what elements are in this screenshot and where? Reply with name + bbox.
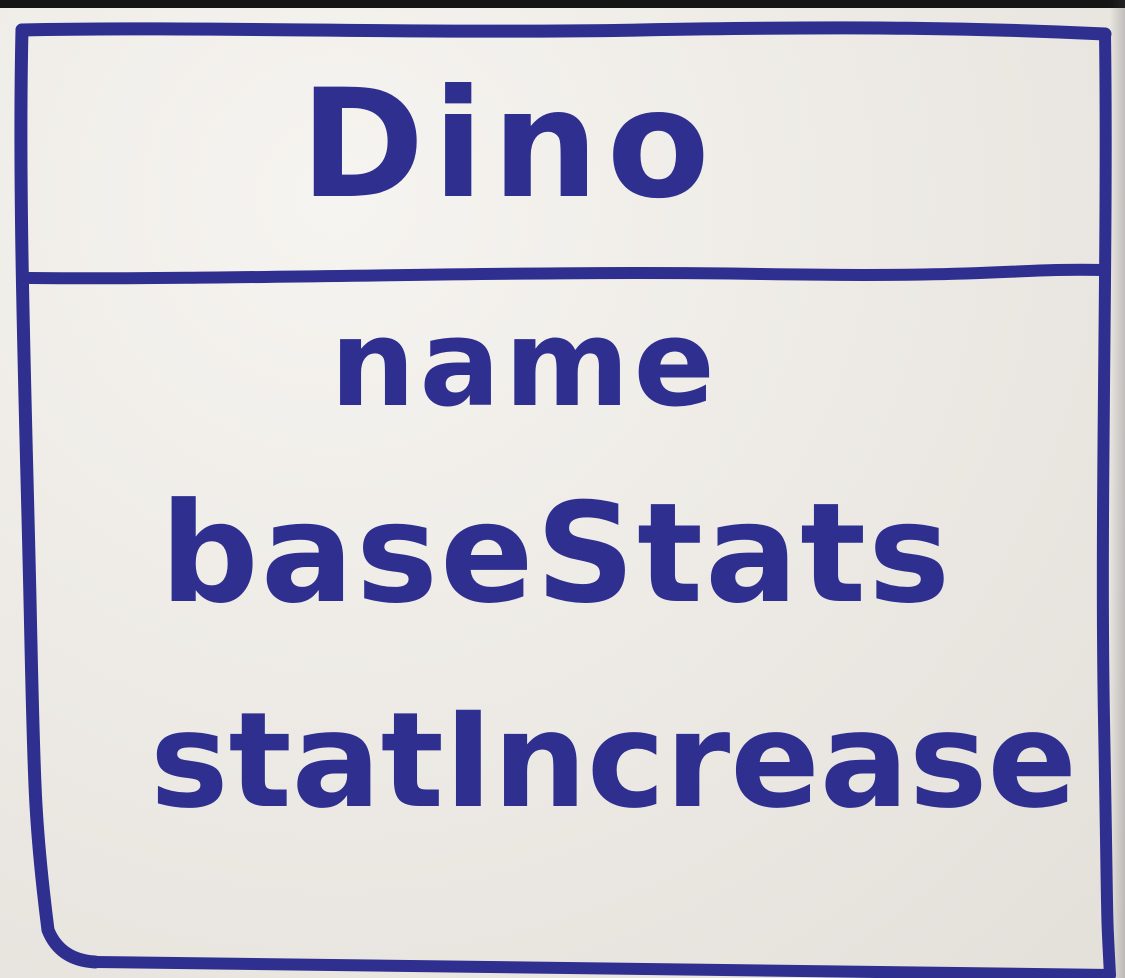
attribute-base-stats: baseStats bbox=[160, 473, 953, 634]
uml-class-sketch: Dino name baseStats statIncrease bbox=[0, 0, 1125, 978]
class-name: Dino bbox=[300, 58, 718, 232]
attribute-name: name bbox=[330, 295, 719, 434]
edge-shadow bbox=[1110, 0, 1125, 978]
bottom-border bbox=[89, 956, 1116, 978]
left-border bbox=[14, 23, 102, 969]
attribute-stat-increase: statIncrease bbox=[150, 684, 1077, 838]
top-border bbox=[15, 21, 1112, 41]
right-border bbox=[1096, 28, 1116, 978]
header-divider bbox=[24, 263, 1111, 285]
